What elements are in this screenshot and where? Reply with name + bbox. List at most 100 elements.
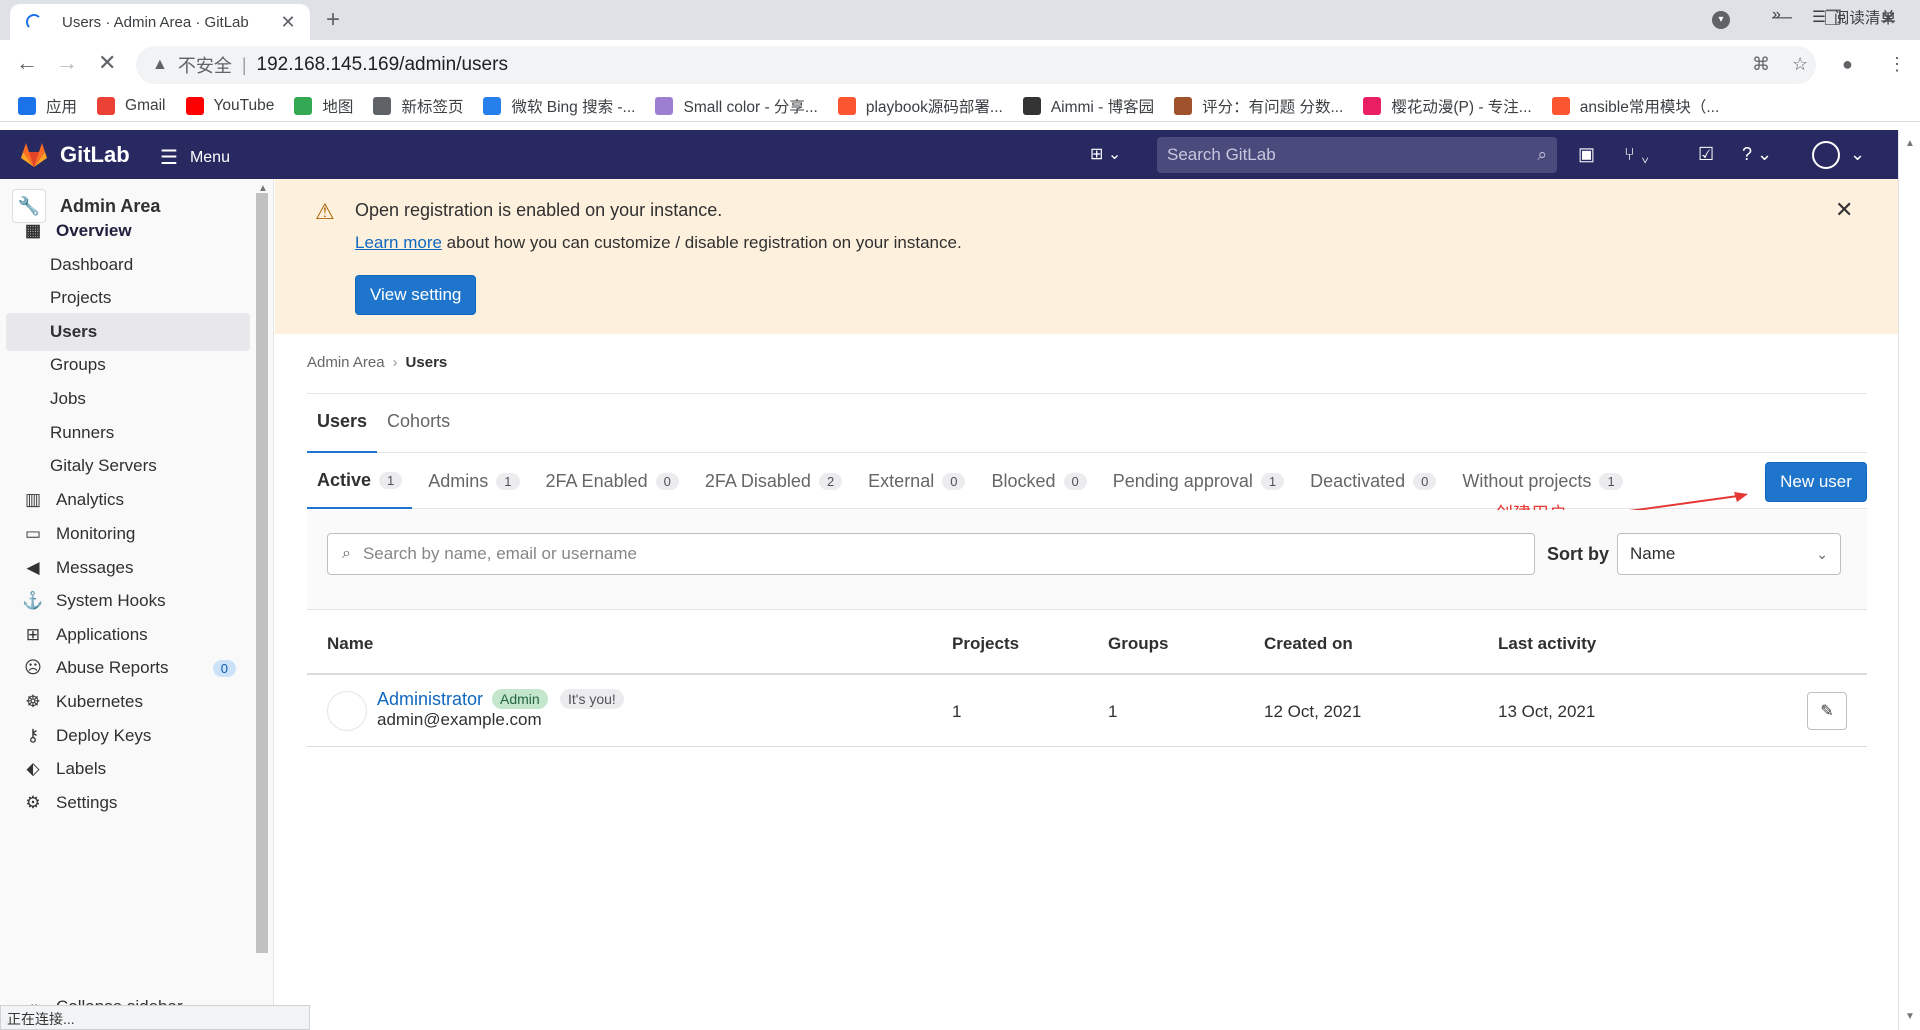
- tab-label: Deactivated: [1310, 470, 1406, 491]
- address-bar[interactable]: ▲ 不安全 | 192.168.145.169/admin/users: [136, 46, 1816, 84]
- bookmark-item[interactable]: 评分：有问题 分数...: [1174, 95, 1343, 117]
- sidebar-item-labels[interactable]: ⬖ Labels: [6, 750, 250, 788]
- tab-deactivated[interactable]: Deactivated 0: [1300, 453, 1446, 509]
- scroll-down-icon[interactable]: ▼: [1905, 1011, 1915, 1022]
- reading-list[interactable]: ☰ 阅读清单: [1812, 6, 1896, 28]
- back-icon[interactable]: ←: [16, 50, 38, 76]
- bookmark-star-icon[interactable]: ☆: [1792, 54, 1808, 75]
- bookmark-item[interactable]: 应用: [18, 95, 77, 117]
- chevron-down-icon: ⌄: [1816, 545, 1828, 562]
- sidebar-item-gitaly-servers[interactable]: Gitaly Servers: [6, 447, 250, 485]
- bookmark-item[interactable]: 微软 Bing 搜索 -...: [483, 95, 635, 117]
- tab-cohorts[interactable]: Cohorts: [377, 393, 460, 453]
- sidebar-item-system-hooks[interactable]: ⚓ System Hooks: [6, 582, 250, 620]
- chevron-down-icon[interactable]: ⌄: [1850, 144, 1865, 165]
- translate-icon[interactable]: ⌘: [1752, 54, 1770, 75]
- tab-count-badge: 1: [496, 472, 520, 490]
- tab-2fa-disabled[interactable]: 2FA Disabled 2: [695, 453, 852, 509]
- chrome-menu-icon[interactable]: ⋮: [1888, 54, 1906, 75]
- sidebar-item-label: Abuse Reports: [56, 658, 169, 677]
- sidebar-item-analytics[interactable]: ▥ Analytics: [6, 481, 250, 519]
- new-tab-icon[interactable]: +: [326, 6, 340, 34]
- bookmark-item[interactable]: ansible常用模块（...: [1551, 95, 1719, 117]
- tab-search-icon[interactable]: ▾: [1712, 11, 1730, 29]
- bookmark-item[interactable]: playbook源码部署...: [837, 95, 1003, 117]
- user-search-placeholder: Search by name, email or username: [362, 544, 637, 563]
- user-search-input[interactable]: ⌕ Search by name, email or username: [327, 533, 1535, 575]
- bing-icon: [483, 96, 502, 115]
- abuse-icon: ☹: [24, 658, 42, 677]
- youtube-icon: [185, 96, 204, 115]
- alert-title: Open registration is enabled on your ins…: [355, 200, 723, 220]
- tab-users[interactable]: Users: [307, 393, 378, 453]
- monitor-icon: ▭: [24, 524, 42, 543]
- search-icon: ⌕: [1537, 145, 1547, 164]
- search-input[interactable]: Search GitLab ⌕: [1157, 137, 1557, 173]
- bookmark-item[interactable]: Small color - 分享...: [655, 95, 818, 117]
- applications-icon: ⊞: [25, 625, 41, 644]
- sidebar-item-label: Applications: [56, 625, 148, 644]
- edit-user-button[interactable]: ✎: [1807, 692, 1847, 730]
- breadcrumb-parent[interactable]: Admin Area: [307, 354, 385, 371]
- tab-label: External: [868, 470, 935, 491]
- tab-pending-approval[interactable]: Pending approval 1: [1103, 453, 1294, 509]
- todos-icon[interactable]: ☑: [1698, 144, 1714, 165]
- user-avatar[interactable]: [1812, 141, 1840, 169]
- sidebar-item-kubernetes[interactable]: ☸ Kubernetes: [6, 683, 250, 721]
- sidebar-item-monitoring[interactable]: ▭ Monitoring: [6, 515, 250, 553]
- learn-more-link[interactable]: Learn more: [355, 233, 442, 252]
- sidebar-item-jobs[interactable]: Jobs: [6, 380, 250, 418]
- maps-icon: [294, 96, 313, 115]
- sidebar-item-settings[interactable]: ⚙ Settings: [6, 784, 250, 822]
- sidebar-item-overview[interactable]: ▦ Overview: [6, 212, 250, 250]
- tab-2fa-enabled[interactable]: 2FA Enabled 0: [536, 453, 689, 509]
- user-email: admin@example.com: [377, 710, 542, 729]
- sidebar-item-label: Monitoring: [56, 524, 136, 543]
- bookmark-item[interactable]: YouTube: [185, 96, 274, 115]
- page-scrollbar[interactable]: ▲ ▼: [1898, 130, 1920, 1030]
- loading-spinner-icon: [26, 14, 42, 30]
- bookmark-item[interactable]: 樱花动漫(P) - 专注...: [1363, 95, 1532, 117]
- gitlab-logo[interactable]: GitLab: [20, 142, 130, 168]
- bookmark-item[interactable]: 地图: [294, 95, 353, 117]
- sidebar-item-abuse-reports[interactable]: ☹ Abuse Reports 0: [6, 649, 250, 687]
- profile-icon[interactable]: ●: [1842, 54, 1853, 75]
- bookmark-item[interactable]: Gmail: [97, 96, 166, 115]
- sidebar-scrollbar[interactable]: [256, 193, 268, 953]
- avatar[interactable]: [327, 691, 367, 731]
- browser-status-bar: 正在连接...: [0, 1005, 310, 1030]
- create-new-dropdown[interactable]: ⊞ ⌄: [1090, 144, 1121, 164]
- close-tab-icon[interactable]: ✕: [278, 12, 298, 33]
- breadcrumb-current[interactable]: Users: [406, 354, 448, 371]
- sidebar-item-groups[interactable]: Groups: [6, 346, 250, 384]
- tab-active[interactable]: Active 1: [307, 453, 413, 509]
- created-on: 12 Oct, 2021: [1264, 702, 1362, 721]
- menu-button[interactable]: ☰ Menu: [160, 145, 230, 170]
- sidebar-item-label: Groups: [50, 355, 106, 374]
- issues-icon[interactable]: ▣: [1578, 144, 1595, 165]
- stop-loading-icon[interactable]: ✕: [98, 50, 116, 76]
- bookmark-item[interactable]: 新标签页: [373, 95, 463, 117]
- view-setting-button[interactable]: View setting: [355, 275, 477, 315]
- new-user-button[interactable]: New user: [1765, 462, 1867, 502]
- forward-icon[interactable]: →: [56, 50, 78, 76]
- tab-blocked[interactable]: Blocked 0: [981, 453, 1096, 509]
- breadcrumb-chevron-icon: ›: [392, 354, 398, 371]
- close-alert-icon[interactable]: ✕: [1835, 197, 1853, 223]
- tab-external[interactable]: External 0: [858, 453, 975, 509]
- sort-dropdown[interactable]: Name ⌄: [1617, 533, 1841, 575]
- tab-title: Users · Admin Area · GitLab: [62, 13, 249, 31]
- tab-admins[interactable]: Admins 1: [418, 453, 529, 509]
- bookmarks-overflow-icon[interactable]: »: [1772, 6, 1781, 24]
- merge-requests-icon[interactable]: ⑂ ⌄: [1624, 144, 1651, 165]
- scroll-up-icon[interactable]: ▲: [1905, 138, 1915, 149]
- bookmark-item[interactable]: Aimmi - 博客园: [1022, 95, 1154, 117]
- help-icon[interactable]: ? ⌄: [1742, 144, 1772, 165]
- user-name-link[interactable]: Administrator: [377, 689, 483, 710]
- sidebar-item-projects[interactable]: Projects: [6, 279, 250, 317]
- alert-body-text: about how you can customize / disable re…: [441, 233, 962, 252]
- bookmark-label: 评分：有问题 分数...: [1202, 98, 1344, 116]
- kubernetes-icon: ☸: [25, 692, 41, 711]
- tab-count-badge: 2: [818, 472, 843, 490]
- browser-tab[interactable]: Users · Admin Area · GitLab ✕: [10, 4, 310, 40]
